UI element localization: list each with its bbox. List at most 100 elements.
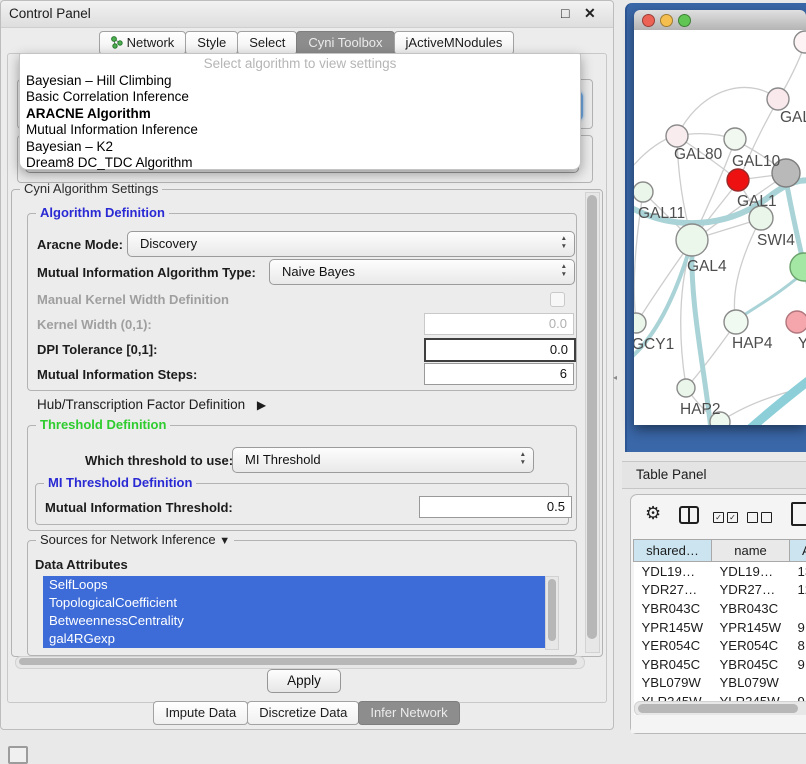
mi-algorithm-type-combobox[interactable]: Naive Bayes ▲▼ <box>269 259 575 285</box>
panel-title: Control Panel <box>9 6 91 21</box>
table-row[interactable]: YDR27…YDR27…12 <box>634 581 806 600</box>
table-row[interactable]: YBL079WYBL079W <box>634 674 806 693</box>
which-threshold-combobox[interactable]: MI Threshold ▲▼ <box>232 447 534 473</box>
network-node[interactable] <box>794 31 806 53</box>
groupbox-title: Cyni Algorithm Settings <box>20 181 162 196</box>
scrollbar-thumb[interactable] <box>548 579 556 641</box>
network-node[interactable] <box>767 88 789 110</box>
mi-threshold-field[interactable]: 0.5 <box>419 496 572 518</box>
settings-vertical-scrollbar[interactable] <box>585 192 600 653</box>
deselect-all-icon[interactable] <box>747 509 775 524</box>
algorithm-option-selected[interactable]: ARACNE Algorithm <box>26 106 580 122</box>
combobox-value: MI Threshold <box>245 452 321 467</box>
zoom-traffic-light[interactable] <box>678 14 691 27</box>
table-row[interactable]: YBR043CYBR043C <box>634 599 806 618</box>
expand-arrow-icon[interactable]: ▼ <box>219 535 230 547</box>
attribute-item-selected[interactable]: TopologicalCoefficient <box>43 594 545 612</box>
column-header[interactable]: name <box>712 540 790 562</box>
minimize-traffic-light[interactable] <box>660 14 673 27</box>
tab-style[interactable]: Style <box>185 31 238 55</box>
network-node-gal1[interactable] <box>727 169 749 191</box>
tab-network[interactable]: Network <box>99 31 187 55</box>
collapsed-panel-icon[interactable] <box>8 746 28 764</box>
column-header[interactable]: shared… <box>634 540 712 562</box>
network-node[interactable] <box>724 128 746 150</box>
network-node-gal4[interactable] <box>676 224 708 256</box>
aracne-mode-combobox[interactable]: Discovery ▲▼ <box>127 231 575 257</box>
scrollbar-thumb[interactable] <box>638 704 798 713</box>
algorithm-option[interactable]: Mutual Information Inference <box>26 122 580 138</box>
gear-icon[interactable]: ⚙ <box>645 503 661 524</box>
network-node[interactable] <box>677 379 695 397</box>
table-panel-titlebar: Table Panel <box>622 461 806 489</box>
table-horizontal-scrollbar[interactable] <box>634 701 806 716</box>
cell: YBR043C <box>634 599 712 618</box>
function-icon[interactable] <box>791 502 806 526</box>
column-header[interactable]: A <box>790 540 806 562</box>
attributes-vertical-scrollbar[interactable] <box>545 576 559 650</box>
tab-impute-data[interactable]: Impute Data <box>153 701 248 725</box>
manual-kernel-checkbox[interactable] <box>550 292 565 307</box>
combobox-value: Naive Bayes <box>282 264 355 279</box>
stepper-arrows-icon: ▲▼ <box>561 263 567 279</box>
apply-button[interactable]: Apply <box>267 669 341 693</box>
network-window-titlebar[interactable] <box>634 10 806 31</box>
stepper-arrows-icon: ▲▼ <box>561 235 567 251</box>
table-row[interactable]: YPR145WYPR145W9. <box>634 618 806 637</box>
table-row[interactable]: YBR045CYBR045C9. <box>634 655 806 674</box>
table-row[interactable]: YDL19…YDL19…13 <box>634 562 806 581</box>
cell: YPR145W <box>712 618 790 637</box>
close-traffic-light[interactable] <box>642 14 655 27</box>
network-node[interactable] <box>634 313 646 333</box>
network-node[interactable] <box>724 310 748 334</box>
algorithm-option[interactable]: Basic Correlation Inference <box>26 89 580 105</box>
tab-label: Discretize Data <box>259 705 347 720</box>
settings-horizontal-scrollbar[interactable] <box>15 656 585 669</box>
network-node[interactable] <box>666 125 688 147</box>
select-all-icon[interactable]: ✓✓ <box>713 509 741 524</box>
network-icon <box>111 36 123 49</box>
kernel-width-field[interactable]: 0.0 <box>424 313 574 335</box>
control-panel-titlebar: Control Panel □ ✕ <box>1 1 613 28</box>
mi-algorithm-type-label: Mutual Information Algorithm Type: <box>37 265 256 280</box>
scrollbar-thumb[interactable] <box>587 195 597 639</box>
mi-steps-field[interactable]: 6 <box>424 363 574 385</box>
table-row[interactable]: YER054CYER054C8. <box>634 636 806 655</box>
algorithm-option[interactable]: Dream8 DC_TDC Algorithm <box>26 155 580 171</box>
attribute-item-selected[interactable]: BetweennessCentrality <box>43 612 545 630</box>
splitpane-collapse-icon[interactable]: ◂ <box>613 373 617 382</box>
top-tab-bar: Network Style Select Cyni Toolbox jActiv… <box>1 31 613 55</box>
scrollbar-thumb[interactable] <box>19 658 577 665</box>
algorithm-option[interactable]: Bayesian – Hill Climbing <box>26 73 580 89</box>
hub-definition-section[interactable]: Hub/Transcription Factor Definition ▶ <box>37 397 266 412</box>
algorithm-option[interactable]: Bayesian – K2 <box>26 139 580 155</box>
cell: YER054C <box>634 636 712 655</box>
tab-discretize-data[interactable]: Discretize Data <box>247 701 359 725</box>
network-node[interactable] <box>634 182 653 202</box>
which-threshold-label: Which threshold to use: <box>85 453 233 468</box>
network-node[interactable] <box>790 253 806 281</box>
table-panel-footer <box>631 715 806 733</box>
attribute-item-selected[interactable]: SelfLoops <box>43 576 545 594</box>
tab-infer-network[interactable]: Infer Network <box>358 701 459 725</box>
tab-label: Infer Network <box>370 705 447 720</box>
network-node[interactable] <box>786 311 806 333</box>
cell: YBR045C <box>634 655 712 674</box>
tab-jactivemnodules[interactable]: jActiveMNodules <box>394 31 515 55</box>
data-attributes-list[interactable]: SelfLoops TopologicalCoefficient Between… <box>43 576 545 648</box>
network-nodes[interactable] <box>634 31 806 425</box>
attribute-item-selected[interactable]: gal4RGexp <box>43 630 545 648</box>
close-panel-icon[interactable]: ✕ <box>584 5 596 22</box>
float-panel-icon[interactable]: □ <box>561 5 569 21</box>
cell: 8. <box>790 636 806 655</box>
control-panel: Control Panel □ ✕ Network Style Select C… <box>0 0 614 730</box>
popup-placeholder: Select algorithm to view settings <box>20 56 580 71</box>
tab-select[interactable]: Select <box>237 31 297 55</box>
collapse-arrow-icon[interactable]: ▶ <box>257 398 266 412</box>
network-graph: GAL80 GAL10 GAL1 SWI4 GAL11 GAL4 GCY1 HA… <box>634 30 806 425</box>
node-label: GAL10 <box>732 153 781 170</box>
dpi-tolerance-field[interactable]: 0.0 <box>424 338 576 362</box>
network-canvas[interactable]: GAL80 GAL10 GAL1 SWI4 GAL11 GAL4 GCY1 HA… <box>634 30 806 425</box>
split-columns-icon[interactable] <box>679 506 699 524</box>
tab-cyni-toolbox[interactable]: Cyni Toolbox <box>296 31 394 55</box>
